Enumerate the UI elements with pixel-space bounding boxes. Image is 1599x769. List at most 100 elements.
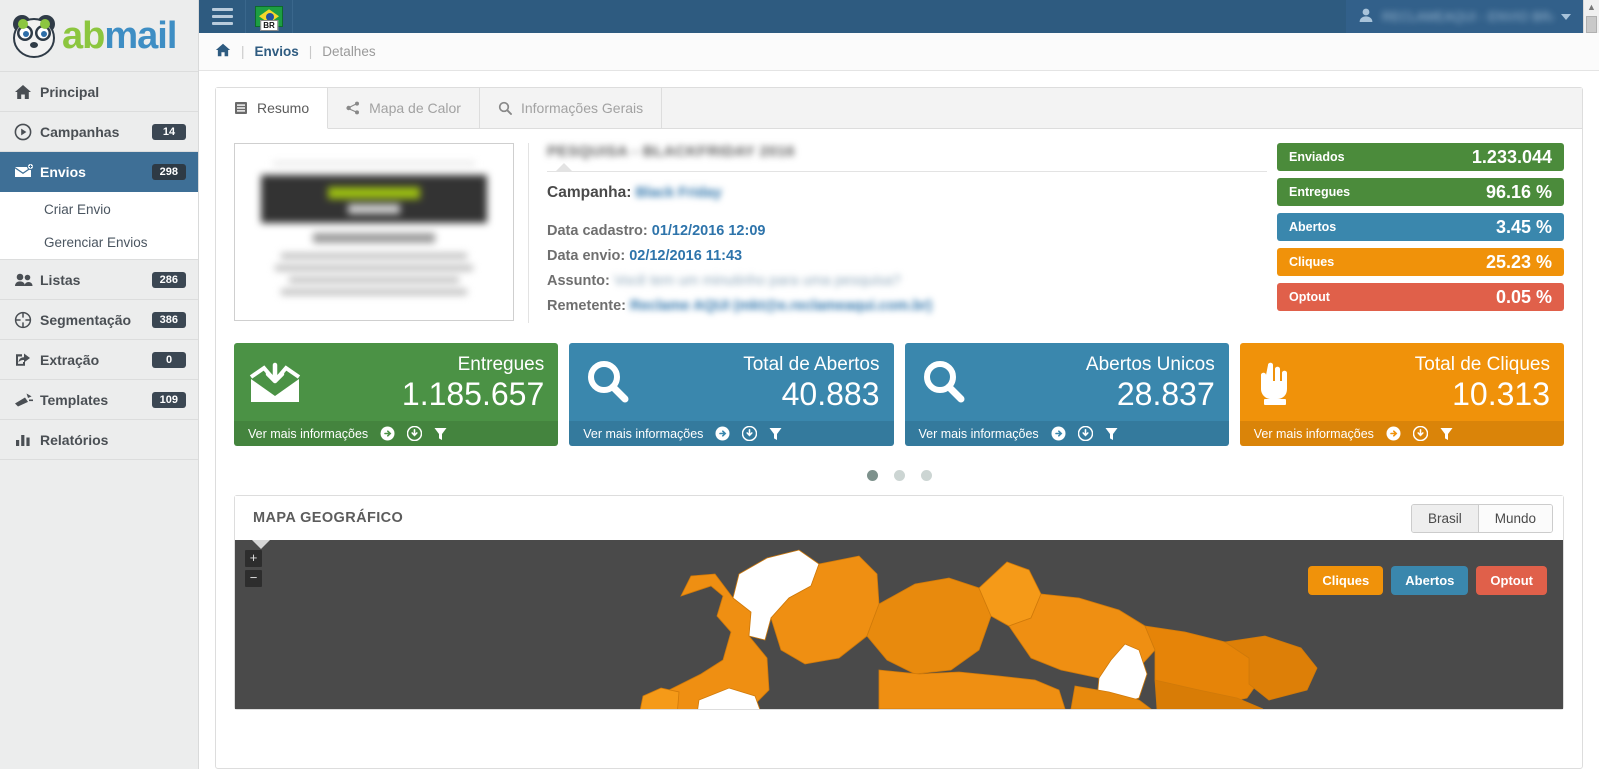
carousel-dot[interactable]	[866, 470, 878, 481]
tab-mapa-de-calor[interactable]: Mapa de Calor	[328, 88, 480, 128]
breadcrumb-separator: |	[241, 44, 245, 59]
map-zoom-out-button[interactable]: −	[245, 570, 262, 587]
list-icon	[234, 101, 248, 115]
map-legend-cliques[interactable]: Cliques	[1308, 566, 1384, 595]
arrow-right-circle-icon[interactable]	[715, 426, 730, 441]
sidebar-subitem-label: Gerenciar Envios	[44, 235, 148, 250]
map-scope-mundo[interactable]: Mundo	[1478, 504, 1552, 532]
sidebar-item-relatorios[interactable]: Relatórios	[0, 420, 198, 460]
metric-card-footer[interactable]: Ver mais informações	[1239, 421, 1564, 446]
language-switcher[interactable]: BR	[246, 0, 293, 33]
arrow-right-circle-icon[interactable]	[380, 426, 395, 441]
carousel-dot[interactable]	[893, 470, 905, 481]
sidebar-subitem-criar-envio[interactable]: Criar Envio	[0, 192, 198, 226]
metric-card-abertos-unicos[interactable]: Abertos Unicos 28.837 Ver mais informaçõ…	[904, 343, 1229, 446]
metric-card-body: Total de Abertos 40.883	[569, 343, 893, 421]
metric-card-title: Entregues	[457, 354, 545, 375]
hamburger-icon[interactable]	[199, 0, 246, 33]
breadcrumb-current: Detalhes	[322, 44, 376, 59]
tab-label: Mapa de Calor	[369, 100, 461, 116]
home-icon	[14, 83, 40, 101]
preview-hero-button	[348, 204, 400, 214]
main-area: BR RECLAMEAQUI - ENVIO BRASIL ▲ | Envios…	[199, 0, 1599, 769]
metric-card-footer-label: Ver mais informações	[1253, 426, 1374, 441]
brand-logo[interactable]: abmail	[0, 0, 198, 72]
metric-card-total-de-cliques[interactable]: Total de Cliques 10.313 Ver mais informa…	[1239, 343, 1564, 446]
map-canvas[interactable]: + − Cliques Abertos Optout	[235, 540, 1563, 709]
page-scrollbar[interactable]: ▲	[1583, 0, 1599, 33]
detail-campaign-label: Campanha:	[547, 184, 632, 201]
stat-bar-enviados: Enviados 1.233.044	[1277, 143, 1564, 171]
funnel-icon[interactable]	[1105, 427, 1118, 441]
detail-sender-row: Remetente: Reclame AQUI (mkt@e.reclameaq…	[547, 298, 1267, 314]
metric-card-footer[interactable]: Ver mais informações	[904, 421, 1229, 446]
sidebar-item-principal[interactable]: Principal	[0, 72, 198, 112]
sidebar-item-segmentacao[interactable]: Segmentação 386	[0, 300, 198, 340]
funnel-icon[interactable]	[769, 427, 782, 441]
stat-bar-label: Optout	[1289, 290, 1330, 304]
metric-card-total-de-abertos[interactable]: Total de Abertos 40.883 Ver mais informa…	[569, 343, 894, 446]
preview-paragraph	[281, 289, 467, 295]
sidebar-badge: 286	[151, 271, 186, 288]
map-zoom-in-button[interactable]: +	[245, 550, 262, 567]
sidebar-item-extracao[interactable]: Extração 0	[0, 340, 198, 380]
scrollbar-thumb[interactable]	[1586, 16, 1597, 33]
sidebar-item-campanhas[interactable]: Campanhas 14	[0, 112, 198, 152]
download-circle-icon[interactable]	[742, 426, 758, 441]
metric-card-text: Abertos Unicos 28.837	[969, 354, 1215, 412]
breadcrumb-link-envios[interactable]: Envios	[255, 44, 299, 59]
metric-card-footer[interactable]: Ver mais informações	[234, 421, 559, 446]
sidebar-badge: 298	[151, 163, 186, 180]
sidebar-subitem-gerenciar-envios[interactable]: Gerenciar Envios	[0, 226, 198, 260]
stat-bar-cliques: Cliques 25.23 %	[1277, 248, 1564, 276]
preview-topline	[273, 162, 475, 165]
sidebar: abmail Principal Campanhas 14 Envios 298…	[0, 0, 199, 769]
envelope-plus-icon	[14, 162, 40, 181]
stat-bars: Enviados 1.233.044 Entregues 96.16 % Abe…	[1277, 143, 1564, 318]
map-legend-optout[interactable]: Optout	[1476, 566, 1547, 595]
detail-sender-label: Remetente:	[547, 298, 626, 314]
detail-campaign-value[interactable]: Black Friday	[635, 185, 721, 201]
user-menu[interactable]: RECLAMEAQUI - ENVIO BRASIL	[1346, 0, 1583, 33]
home-icon[interactable]	[215, 42, 231, 62]
sidebar-badge: 0	[152, 351, 186, 368]
detail-sender-value: Reclame AQUI (mkt@e.reclameaqui.com.br)	[630, 298, 933, 314]
sidebar-item-label: Campanhas	[40, 123, 120, 140]
metric-card-footer[interactable]: Ver mais informações	[569, 421, 894, 446]
metric-card-entregues[interactable]: Entregues 1.185.657 Ver mais informações	[234, 343, 559, 446]
map-legend-abertos[interactable]: Abertos	[1391, 566, 1469, 595]
top-bar: BR RECLAMEAQUI - ENVIO BRASIL ▲	[199, 0, 1599, 33]
map-legend-buttons: Cliques Abertos Optout	[1308, 566, 1547, 595]
sidebar-item-templates[interactable]: Templates 109	[0, 380, 198, 420]
brand-name-mail: mail	[104, 14, 177, 57]
sidebar-subitem-label: Criar Envio	[44, 201, 111, 217]
tab-label: Informações Gerais	[520, 100, 644, 116]
preview-paragraph	[289, 277, 459, 283]
preview-paragraph	[281, 253, 467, 259]
download-circle-icon[interactable]	[407, 426, 423, 441]
metric-card-value: 40.883	[781, 376, 880, 412]
sidebar-item-listas[interactable]: Listas 286	[0, 260, 198, 300]
carousel-dot[interactable]	[920, 470, 932, 481]
sidebar-item-envios[interactable]: Envios 298	[0, 152, 198, 192]
play-circle-icon	[14, 123, 40, 141]
brand-name: abmail	[62, 14, 177, 57]
tab-resumo[interactable]: Resumo	[216, 88, 329, 129]
scroll-up-icon[interactable]: ▲	[1587, 0, 1596, 14]
tab-bar-filler	[662, 88, 1582, 128]
arrow-right-circle-icon[interactable]	[1386, 426, 1401, 441]
arrow-right-circle-icon[interactable]	[1051, 426, 1066, 441]
tab-informacoes-gerais[interactable]: Informações Gerais	[479, 88, 663, 128]
stat-bar-value: 1.233.044	[1471, 146, 1552, 167]
download-circle-icon[interactable]	[1077, 426, 1093, 441]
breadcrumb: | Envios | Detalhes	[199, 33, 1599, 71]
search-icon	[583, 359, 633, 407]
funnel-icon[interactable]	[1440, 427, 1453, 441]
metric-card-body: Abertos Unicos 28.837	[905, 343, 1229, 421]
language-code: BR	[260, 20, 278, 31]
funnel-icon[interactable]	[434, 427, 447, 441]
download-circle-icon[interactable]	[1412, 426, 1428, 441]
map-scope-brasil[interactable]: Brasil	[1411, 504, 1479, 532]
email-preview-thumbnail[interactable]	[234, 143, 514, 321]
